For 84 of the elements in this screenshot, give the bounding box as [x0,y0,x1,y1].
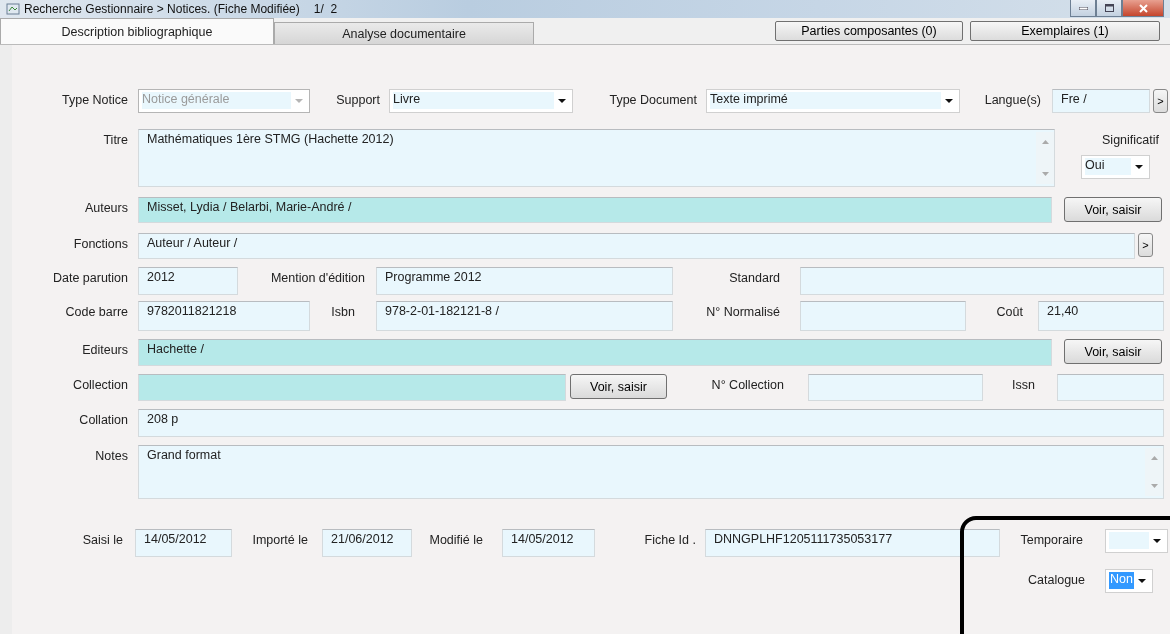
caret-icon [945,99,953,103]
maximize-button[interactable] [1096,0,1122,17]
field-label: Langue(s) [983,92,1042,109]
field-label: Fonctions [72,236,129,253]
window-title: Recherche Gestionnaire > Notices. (Fiche Modifiée) [24,2,300,16]
text-field[interactable]: 21/06/2012 [322,529,412,557]
view-edit-button[interactable]: Voir, saisir [1064,197,1162,222]
field-label: Temporaire [1019,532,1084,549]
field-label: Type Document [608,92,698,109]
close-icon [1138,3,1148,13]
text-field[interactable] [1057,374,1164,401]
text-field[interactable] [800,267,1164,295]
field-label: Modifié le [428,532,484,549]
tab[interactable]: Description bibliographique [0,18,274,44]
scroll-down-icon [1041,172,1049,176]
view-edit-button[interactable]: Voir, saisir [570,374,667,399]
dropdown[interactable]: Texte imprimé [706,89,960,113]
lookup-field[interactable]: Misset, Lydia / Belarbi, Marie-André / [138,197,1052,223]
field-label: Importé le [251,532,309,549]
more-button[interactable]: > [1153,89,1168,113]
tab[interactable]: Analyse documentaire [274,22,534,44]
scrollbar[interactable] [1145,448,1163,496]
text-area-value: Grand format [147,448,221,464]
field-label: Issn [1011,377,1036,394]
minimize-icon [1078,6,1088,10]
field-label: Standard [728,270,781,287]
more-button[interactable]: > [1138,233,1153,257]
text-field[interactable]: 978-2-01-182121-8 / [376,301,673,331]
record-counter: 1/ 2 [313,2,338,16]
field-label: Coût [995,304,1024,321]
header-button[interactable]: Exemplaires (1) [970,21,1160,41]
dropdown[interactable] [1105,529,1168,553]
caret-icon [1138,579,1146,583]
caret-icon [1153,539,1161,543]
field-label: Mention d'édition [269,270,366,287]
scroll-up-icon [1150,456,1158,460]
field-label: Support [335,92,381,109]
field-label: Editeurs [81,342,129,359]
caret-icon [558,99,566,103]
lookup-field[interactable] [138,374,566,401]
text-field[interactable]: 208 p [138,409,1164,437]
minimize-button[interactable] [1070,0,1096,17]
text-field[interactable] [808,374,983,401]
text-field[interactable]: 14/05/2012 [502,529,595,557]
field-label: Isbn [330,304,356,321]
text-field[interactable]: 21,40 [1038,301,1164,331]
lookup-field[interactable]: Hachette / [138,339,1052,366]
field-label: Significatif [1102,132,1160,149]
header-button[interactable]: Parties composantes (0) [775,21,963,41]
view-edit-button[interactable]: Voir, saisir [1064,339,1162,364]
field-label: N° Collection [710,377,785,394]
maximize-icon [1104,4,1114,12]
field-label: Saisi le [81,532,124,549]
text-field[interactable]: 9782011821218 [138,301,310,331]
text-field[interactable] [800,301,966,331]
text-area-value: Mathématiques 1ère STMG (Hachette 2012) [147,132,394,148]
caret-icon [1135,165,1143,169]
text-field[interactable]: 14/05/2012 [135,529,232,557]
field-label: Catalogue [1027,572,1086,589]
scrollbar[interactable] [1036,132,1054,184]
text-field[interactable]: 2012 [138,267,238,295]
field-label: Titre [102,132,129,149]
field-label: Fiche Id . [643,532,697,549]
text-area[interactable]: Grand format [138,445,1164,499]
text-field[interactable]: Auteur / Auteur / [138,233,1135,259]
field-label: Notes [94,448,129,465]
dropdown[interactable]: Oui [1081,155,1150,179]
text-field[interactable]: Fre / [1052,89,1150,113]
dropdown[interactable]: Livre [389,89,573,113]
text-area[interactable]: Mathématiques 1ère STMG (Hachette 2012) [138,129,1055,187]
caret-icon [295,99,303,103]
text-field[interactable]: Programme 2012 [376,267,673,295]
field-label: Collation [78,412,129,429]
scroll-down-icon [1150,484,1158,488]
app-icon [6,3,20,15]
scroll-up-icon [1041,140,1049,144]
field-label: Auteurs [83,200,129,217]
text-field[interactable]: DNNGPLHF1205111735053177 [705,529,1000,557]
field-label: Type Notice [61,92,129,109]
close-button[interactable] [1122,0,1164,17]
field-label: Code barre [64,304,129,321]
field-label: N° Normalisé [705,304,781,321]
field-label: Collection [72,377,129,394]
field-label: Date parution [51,270,129,287]
